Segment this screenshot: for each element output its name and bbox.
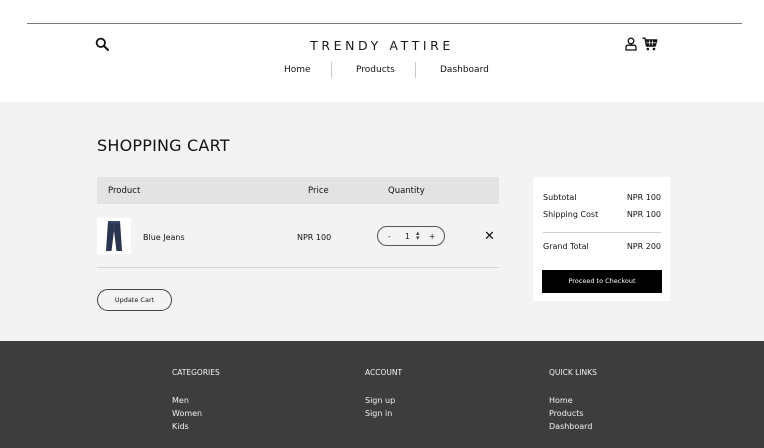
cart-row: Blue Jeans NPR 100 - 1 ▴ ▾ + ✕ xyxy=(97,204,499,268)
cart-table-header: Product Price Quantity xyxy=(97,177,499,204)
footer-quick-links: QUICK LINKS Home Products Dashboard xyxy=(549,368,597,433)
nav-home[interactable]: Home xyxy=(284,65,311,75)
site-footer: CATEGORIES Men Women Kids ACCOUNT Sign u… xyxy=(0,341,764,448)
total-value: NPR 200 xyxy=(626,242,661,251)
footer-link-dashboard[interactable]: Dashboard xyxy=(549,420,597,433)
footer-link-women[interactable]: Women xyxy=(172,407,220,420)
footer-heading: CATEGORIES xyxy=(172,368,220,377)
summary-divider xyxy=(543,232,661,233)
decrement-button[interactable]: - xyxy=(388,232,391,241)
quantity-stepper: - 1 ▴ ▾ + xyxy=(377,226,445,246)
spinner-arrows-icon[interactable]: ▴ ▾ xyxy=(416,230,420,242)
update-cart-button[interactable]: Update Cart xyxy=(97,289,172,311)
nav-separator xyxy=(415,62,416,78)
remove-item-button[interactable]: ✕ xyxy=(484,230,495,243)
footer-link-men[interactable]: Men xyxy=(172,394,220,407)
checkout-button[interactable]: Proceed to Checkout xyxy=(542,270,662,293)
product-image[interactable] xyxy=(97,218,131,254)
footer-link-sign-in[interactable]: Sign in xyxy=(365,407,402,420)
nav-products[interactable]: Products xyxy=(356,65,395,75)
page-title: SHOPPING CART xyxy=(97,136,230,155)
product-price: NPR 100 xyxy=(297,233,332,242)
product-name[interactable]: Blue Jeans xyxy=(143,233,185,242)
nav-dashboard[interactable]: Dashboard xyxy=(440,65,489,75)
column-product: Product xyxy=(108,186,141,196)
footer-categories: CATEGORIES Men Women Kids xyxy=(172,368,220,433)
subtotal-label: Subtotal xyxy=(543,193,577,202)
order-summary: Subtotal NPR 100 Shipping Cost NPR 100 G… xyxy=(533,177,670,301)
shipping-value: NPR 100 xyxy=(626,210,661,219)
user-icon[interactable] xyxy=(625,37,637,51)
footer-link-products[interactable]: Products xyxy=(549,407,597,420)
column-quantity: Quantity xyxy=(388,186,425,196)
site-header: TRENDY ATTIRE Home Products Dashboard xyxy=(0,24,764,102)
increment-button[interactable]: + xyxy=(429,232,435,241)
shipping-label: Shipping Cost xyxy=(543,210,599,219)
footer-heading: QUICK LINKS xyxy=(549,368,597,377)
footer-link-sign-up[interactable]: Sign up xyxy=(365,394,402,407)
quantity-value[interactable]: 1 xyxy=(405,232,410,241)
nav-separator xyxy=(331,62,332,78)
column-price: Price xyxy=(308,186,329,196)
cart-section: SHOPPING CART Product Price Quantity Blu… xyxy=(0,102,764,341)
subtotal-value: NPR 100 xyxy=(626,193,661,202)
total-label: Grand Total xyxy=(543,242,589,251)
footer-link-home[interactable]: Home xyxy=(549,394,597,407)
footer-link-kids[interactable]: Kids xyxy=(172,420,220,433)
footer-account: ACCOUNT Sign up Sign in xyxy=(365,368,402,420)
footer-heading: ACCOUNT xyxy=(365,368,403,377)
main-nav: Home Products Dashboard xyxy=(0,62,764,79)
cart-icon[interactable] xyxy=(642,37,658,51)
